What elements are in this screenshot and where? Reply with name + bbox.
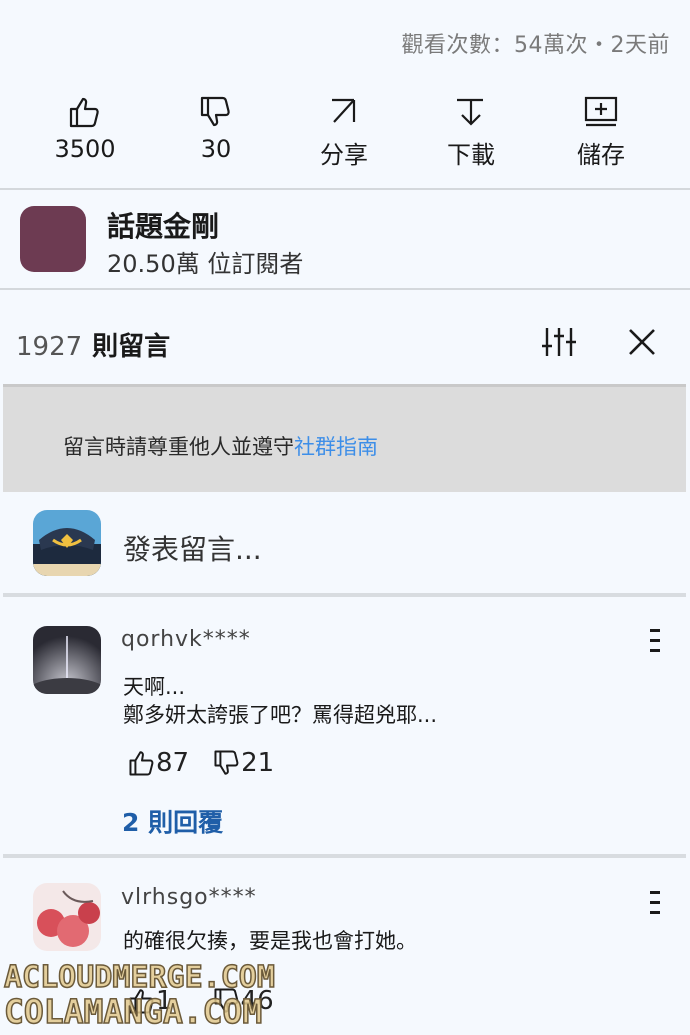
comment-dislike-button[interactable]: 21 — [213, 748, 274, 778]
comment-line: 天啊... — [123, 675, 186, 699]
thumbs-down-icon — [214, 750, 239, 775]
save-icon — [584, 96, 618, 127]
dislike-count: 30 — [200, 135, 232, 163]
comment-count: 1927 — [16, 332, 83, 362]
comment-text: 天啊... 鄭多妍太誇張了吧？罵得超兇耶... — [123, 673, 437, 729]
channel-name[interactable]: 話題金剛 — [107, 205, 219, 245]
watermark-line: ACLOUDMERGE.COM — [3, 959, 275, 996]
like-count: 3500 — [54, 135, 116, 163]
thumbs-down-icon — [200, 96, 230, 127]
save-button[interactable]: 儲存 — [546, 95, 656, 170]
comment-more-button[interactable] — [646, 888, 666, 918]
save-label: 儲存 — [577, 141, 625, 169]
watermark-line: COLAMANGA.COM — [3, 991, 263, 1032]
comments-title: 1927 則留言 — [16, 326, 170, 363]
divider — [3, 854, 686, 858]
commenter-avatar[interactable] — [33, 883, 101, 951]
more-icon — [650, 891, 660, 914]
comment-like-button[interactable]: 87 — [128, 748, 189, 778]
download-label: 下載 — [447, 141, 495, 169]
thumbs-up-icon — [129, 751, 154, 776]
action-bar: 3500 30 分享 下載 儲存 — [0, 95, 690, 175]
user-avatar — [33, 510, 101, 576]
comment-line: 鄭多妍太誇張了吧？罵得超兇耶... — [123, 703, 438, 727]
comment-votes: 87 21 — [128, 748, 274, 778]
close-comments-button[interactable] — [627, 327, 657, 361]
channel-avatar[interactable] — [20, 206, 86, 272]
notice-text: 留言時請尊重他人並遵守 — [63, 435, 294, 459]
like-button[interactable]: 3500 — [30, 95, 140, 163]
subscriber-count: 20.50萬 位訂閱者 — [107, 250, 304, 278]
view-replies-button[interactable]: 2 則回覆 — [122, 803, 223, 839]
close-icon — [629, 329, 655, 355]
divider — [0, 188, 690, 190]
filter-icon — [542, 328, 576, 356]
commenter-avatar[interactable] — [33, 626, 101, 694]
community-guidelines-link[interactable]: 社群指南 — [294, 435, 378, 459]
thumbs-up-icon — [69, 97, 99, 128]
share-button[interactable]: 分享 — [289, 95, 399, 170]
comment-author[interactable]: qorhvk**** — [121, 627, 251, 652]
more-icon — [650, 629, 660, 652]
add-comment-input[interactable]: 發表留言... — [123, 528, 262, 568]
divider — [0, 288, 690, 290]
community-notice: 留言時請尊重他人並遵守社群指南 — [3, 384, 686, 492]
download-button[interactable]: 下載 — [416, 95, 526, 170]
comment-text: 的確很欠揍，要是我也會打她。 — [123, 929, 417, 953]
comment-more-button[interactable] — [646, 626, 666, 656]
comment-author[interactable]: vlrhsgo**** — [121, 885, 257, 910]
divider — [3, 593, 686, 597]
comment-dislike-count: 21 — [241, 748, 275, 778]
dislike-button[interactable]: 30 — [161, 95, 271, 163]
share-label: 分享 — [320, 141, 368, 169]
share-icon — [332, 98, 356, 123]
download-icon — [457, 98, 483, 126]
sort-filter-button[interactable] — [540, 326, 578, 362]
comments-word: 則留言 — [92, 332, 171, 362]
view-count: 觀看次數：54萬次・2天前 — [401, 33, 670, 58]
comment-like-count: 87 — [156, 748, 190, 778]
